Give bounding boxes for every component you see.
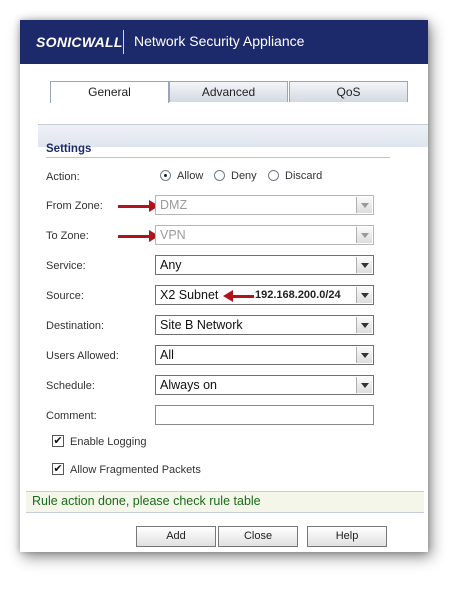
status-message: Rule action done, please check rule tabl… (32, 494, 261, 508)
radio-allow-label: Allow (177, 170, 204, 182)
radio-discard[interactable] (268, 170, 279, 181)
destination-label: Destination: (46, 320, 105, 332)
comment-input[interactable] (155, 405, 374, 425)
from-zone-value: DMZ (160, 198, 188, 212)
users-allowed-select[interactable]: All (155, 345, 374, 365)
schedule-label: Schedule: (46, 380, 95, 392)
chevron-down-icon (356, 197, 372, 213)
from-zone-select[interactable]: DMZ (155, 195, 374, 215)
schedule-select[interactable]: Always on (155, 375, 374, 395)
from-zone-label: From Zone: (46, 200, 103, 212)
destination-select[interactable]: Site B Network (155, 315, 374, 335)
add-button[interactable]: Add (136, 526, 216, 547)
to-zone-label: To Zone: (46, 230, 89, 242)
allow-fragmented-label: Allow Fragmented Packets (70, 464, 201, 476)
tab-advanced-label: Advanced (201, 85, 256, 99)
chevron-down-icon (356, 287, 372, 303)
chevron-down-icon (356, 227, 372, 243)
chevron-down-icon (356, 257, 372, 273)
header-bar: SONICWALL Network Security Appliance (20, 20, 428, 64)
source-subnet-annotation: 192.168.200.0/24 (255, 289, 341, 301)
radio-discard-label: Discard (285, 170, 323, 182)
source-label: Source: (46, 290, 84, 302)
app-title: Network Security Appliance (134, 33, 305, 49)
destination-value: Site B Network (160, 318, 243, 332)
close-button[interactable]: Close (218, 526, 298, 547)
tab-qos-label: QoS (336, 85, 361, 99)
status-bar: Rule action done, please check rule tabl… (26, 491, 424, 513)
help-button[interactable]: Help (307, 526, 387, 547)
annotation-arrow-from-zone (118, 200, 159, 212)
allow-fragmented-checkbox[interactable]: ✔ (52, 463, 64, 475)
to-zone-value: VPN (160, 228, 186, 242)
to-zone-select[interactable]: VPN (155, 225, 374, 245)
radio-deny-label: Deny (231, 170, 257, 182)
comment-label: Comment: (46, 410, 97, 422)
tab-general[interactable]: General (50, 81, 169, 103)
annotation-arrow-source (223, 290, 254, 302)
source-value: X2 Subnet (160, 288, 219, 302)
enable-logging-label: Enable Logging (70, 436, 147, 448)
tab-general-label: General (88, 85, 131, 99)
settings-divider (46, 157, 390, 158)
sonicwall-logo: SONICWALL (36, 34, 123, 50)
service-label: Service: (46, 260, 86, 272)
annotation-arrow-to-zone (118, 230, 159, 242)
settings-heading: Settings (46, 143, 92, 155)
dialog-window: SONICWALL Network Security Appliance Gen… (20, 20, 428, 552)
schedule-value: Always on (160, 378, 217, 392)
chevron-down-icon (356, 347, 372, 363)
users-allowed-label: Users Allowed: (46, 350, 119, 362)
action-label: Action: (46, 171, 80, 183)
tab-strip: General Advanced QoS (20, 64, 428, 147)
enable-logging-checkbox[interactable]: ✔ (52, 435, 64, 447)
users-allowed-value: All (160, 348, 174, 362)
chevron-down-icon (356, 317, 372, 333)
header-divider (123, 30, 124, 54)
service-value: Any (160, 258, 182, 272)
chevron-down-icon (356, 377, 372, 393)
radio-deny[interactable] (214, 170, 225, 181)
radio-allow[interactable] (160, 170, 171, 181)
tab-qos[interactable]: QoS (289, 81, 408, 102)
tab-subbar (38, 124, 428, 147)
tab-advanced[interactable]: Advanced (169, 81, 288, 102)
service-select[interactable]: Any (155, 255, 374, 275)
